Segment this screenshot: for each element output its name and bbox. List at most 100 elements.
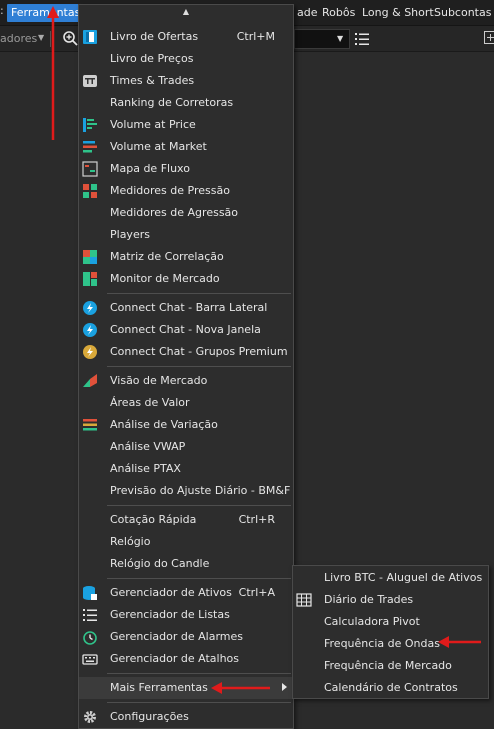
correlation-matrix-icon bbox=[83, 250, 97, 264]
menu-item-monitor-de-mercado[interactable]: Monitor de Mercado bbox=[79, 268, 293, 290]
chevron-down-icon[interactable]: ▼ bbox=[337, 34, 343, 43]
market-monitor-icon bbox=[83, 272, 97, 286]
menu-item-volume-at-price[interactable]: Volume at Price bbox=[79, 114, 293, 136]
menu-item-configuracoes[interactable]: Configurações bbox=[79, 706, 293, 728]
variation-analysis-icon bbox=[83, 419, 97, 431]
add-icon[interactable] bbox=[484, 31, 494, 45]
volume-at-market-icon bbox=[83, 141, 97, 153]
menu-item-label: Gerenciador de Alarmes bbox=[110, 630, 243, 643]
menu-item-label: Gerenciador de Listas bbox=[110, 608, 230, 621]
menu-item-calculadora-pivot[interactable]: Calculadora Pivot bbox=[293, 611, 488, 633]
alarm-icon bbox=[83, 631, 97, 645]
menu-item-previsao-do-ajuste-diario-bm-f[interactable]: Previsão do Ajuste Diário - BM&F bbox=[79, 480, 293, 502]
menu-robos[interactable]: Robôs bbox=[322, 4, 355, 22]
menu-item-label: Calendário de Contratos bbox=[324, 681, 458, 694]
menu-item-label: Connect Chat - Barra Lateral bbox=[110, 301, 268, 314]
menu-item-calendario-de-contratos[interactable]: Calendário de Contratos bbox=[293, 677, 488, 699]
menu-item-label: Mapa de Fluxo bbox=[110, 162, 190, 175]
menu-item-label: Medidores de Pressão bbox=[110, 184, 230, 197]
menu-item-label: Volume at Price bbox=[110, 118, 196, 131]
menu-item-areas-de-valor[interactable]: Áreas de Valor bbox=[79, 392, 293, 414]
scroll-up-arrow-icon[interactable]: ▲ bbox=[79, 5, 293, 19]
chat-premium-icon bbox=[83, 345, 97, 359]
menu-item-matriz-de-correlacao[interactable]: Matriz de Correlação bbox=[79, 246, 293, 268]
menu-item-connect-chat-grupos-premium[interactable]: Connect Chat - Grupos Premium bbox=[79, 341, 293, 363]
volume-at-price-icon bbox=[83, 118, 97, 132]
trade-journal-icon bbox=[296, 593, 312, 607]
menu-item-label: Configurações bbox=[110, 710, 189, 723]
menubar-cut-item[interactable]: : bbox=[0, 4, 4, 22]
list-manager-icon bbox=[83, 609, 97, 621]
menu-item-label: Livro de Preços bbox=[110, 52, 194, 65]
menu-subcontas[interactable]: Subcontas bbox=[434, 4, 491, 22]
menu-item-visao-de-mercado[interactable]: Visão de Mercado bbox=[79, 370, 293, 392]
menu-item-shortcut: Ctrl+M bbox=[236, 30, 275, 43]
menu-item-label: Players bbox=[110, 228, 150, 241]
chevron-right-icon bbox=[282, 683, 287, 691]
menu-item-connect-chat-barra-lateral[interactable]: Connect Chat - Barra Lateral bbox=[79, 297, 293, 319]
menu-item-diario-de-trades[interactable]: Diário de Trades bbox=[293, 589, 488, 611]
menu-item-frequencia-de-mercado[interactable]: Frequência de Mercado bbox=[293, 655, 488, 677]
menu-item-label: Medidores de Agressão bbox=[110, 206, 239, 219]
menu-item-relogio[interactable]: Relógio bbox=[79, 531, 293, 553]
menu-item-gerenciador-de-ativos[interactable]: Gerenciador de Ativos Ctrl+A bbox=[79, 582, 293, 604]
menu-item-ranking-de-corretoras[interactable]: Ranking de Corretoras bbox=[79, 92, 293, 114]
menu-item-shortcut: Ctrl+R bbox=[238, 513, 275, 526]
menu-separator bbox=[107, 673, 291, 674]
menu-item-label: Análise VWAP bbox=[110, 440, 186, 453]
menu-item-players[interactable]: Players bbox=[79, 224, 293, 246]
menu-item-label: Livro de Ofertas bbox=[110, 30, 199, 43]
times-trades-icon bbox=[83, 75, 97, 87]
menu-item-label: Gerenciador de Ativos bbox=[110, 586, 232, 599]
keyboard-icon bbox=[82, 654, 98, 665]
menu-item-label: Connect Chat - Grupos Premium bbox=[110, 345, 288, 358]
menu-item-gerenciador-de-alarmes[interactable]: Gerenciador de Alarmes bbox=[79, 626, 293, 648]
list-icon[interactable] bbox=[354, 31, 370, 47]
menu-item-livro-de-precos[interactable]: Livro de Preços bbox=[79, 48, 293, 70]
menu-item-analise-vwap[interactable]: Análise VWAP bbox=[79, 436, 293, 458]
menu-item-volume-at-market[interactable]: Volume at Market bbox=[79, 136, 293, 158]
menu-item-label: Volume at Market bbox=[110, 140, 207, 153]
mais-ferramentas-submenu: Livro BTC - Aluguel de Ativos Diário de T… bbox=[292, 565, 489, 699]
menu-item-label: Análise PTAX bbox=[110, 462, 181, 475]
menu-item-label: Connect Chat - Nova Janela bbox=[110, 323, 261, 336]
zoom-in-icon[interactable] bbox=[62, 30, 78, 46]
menu-item-label: Relógio do Candle bbox=[110, 557, 210, 570]
menu-item-cotacao-rapida[interactable]: Cotação Rápida Ctrl+R bbox=[79, 509, 293, 531]
menu-ade[interactable]: ade bbox=[297, 4, 318, 22]
chat-icon bbox=[83, 323, 97, 337]
menu-item-livro-btc-aluguel-de-ativos[interactable]: Livro BTC - Aluguel de Ativos bbox=[293, 567, 488, 589]
chevron-down-icon[interactable]: ▼ bbox=[38, 33, 44, 42]
asset-manager-icon bbox=[83, 586, 97, 600]
menu-item-label: Monitor de Mercado bbox=[110, 272, 220, 285]
menu-item-times-trades[interactable]: Times & Trades bbox=[79, 70, 293, 92]
menu-item-label: Frequência de Mercado bbox=[324, 659, 452, 672]
menu-item-label: Visão de Mercado bbox=[110, 374, 208, 387]
menu-item-gerenciador-de-atalhos[interactable]: Gerenciador de Atalhos bbox=[79, 648, 293, 670]
menu-item-label: Livro BTC - Aluguel de Ativos bbox=[324, 571, 483, 584]
menu-item-gerenciador-de-listas[interactable]: Gerenciador de Listas bbox=[79, 604, 293, 626]
menu-item-label: Cotação Rápida bbox=[110, 513, 197, 526]
menu-item-label: Calculadora Pivot bbox=[324, 615, 420, 628]
menu-item-medidores-de-agressao[interactable]: Medidores de Agressão bbox=[79, 202, 293, 224]
menu-item-label: Matriz de Correlação bbox=[110, 250, 224, 263]
ferramentas-dropdown-menu: ▲ Livro de Ofertas Ctrl+M Livro de Preços T… bbox=[78, 4, 294, 729]
menu-long-short[interactable]: Long & Short bbox=[362, 4, 434, 22]
menu-item-medidores-de-pressao[interactable]: Medidores de Pressão bbox=[79, 180, 293, 202]
menu-item-label: Frequência de Ondas bbox=[324, 637, 440, 650]
gear-icon bbox=[84, 711, 96, 723]
menu-item-connect-chat-nova-janela[interactable]: Connect Chat - Nova Janela bbox=[79, 319, 293, 341]
menu-separator bbox=[107, 366, 291, 367]
menu-item-label: Relógio bbox=[110, 535, 151, 548]
menu-separator bbox=[107, 702, 291, 703]
menu-item-analise-ptax[interactable]: Análise PTAX bbox=[79, 458, 293, 480]
menu-item-relogio-do-candle[interactable]: Relógio do Candle bbox=[79, 553, 293, 575]
menu-item-mapa-de-fluxo[interactable]: Mapa de Fluxo bbox=[79, 158, 293, 180]
menu-item-label: Times & Trades bbox=[110, 74, 195, 87]
annotation-arrow-left bbox=[438, 636, 481, 648]
menu-item-label: Ranking de Corretoras bbox=[110, 96, 234, 109]
menu-separator bbox=[107, 578, 291, 579]
menu-item-livro-de-ofertas[interactable]: Livro de Ofertas Ctrl+M bbox=[79, 26, 293, 48]
toolbar-left-label[interactable]: adores bbox=[0, 32, 37, 45]
menu-item-analise-de-variacao[interactable]: Análise de Variação bbox=[79, 414, 293, 436]
